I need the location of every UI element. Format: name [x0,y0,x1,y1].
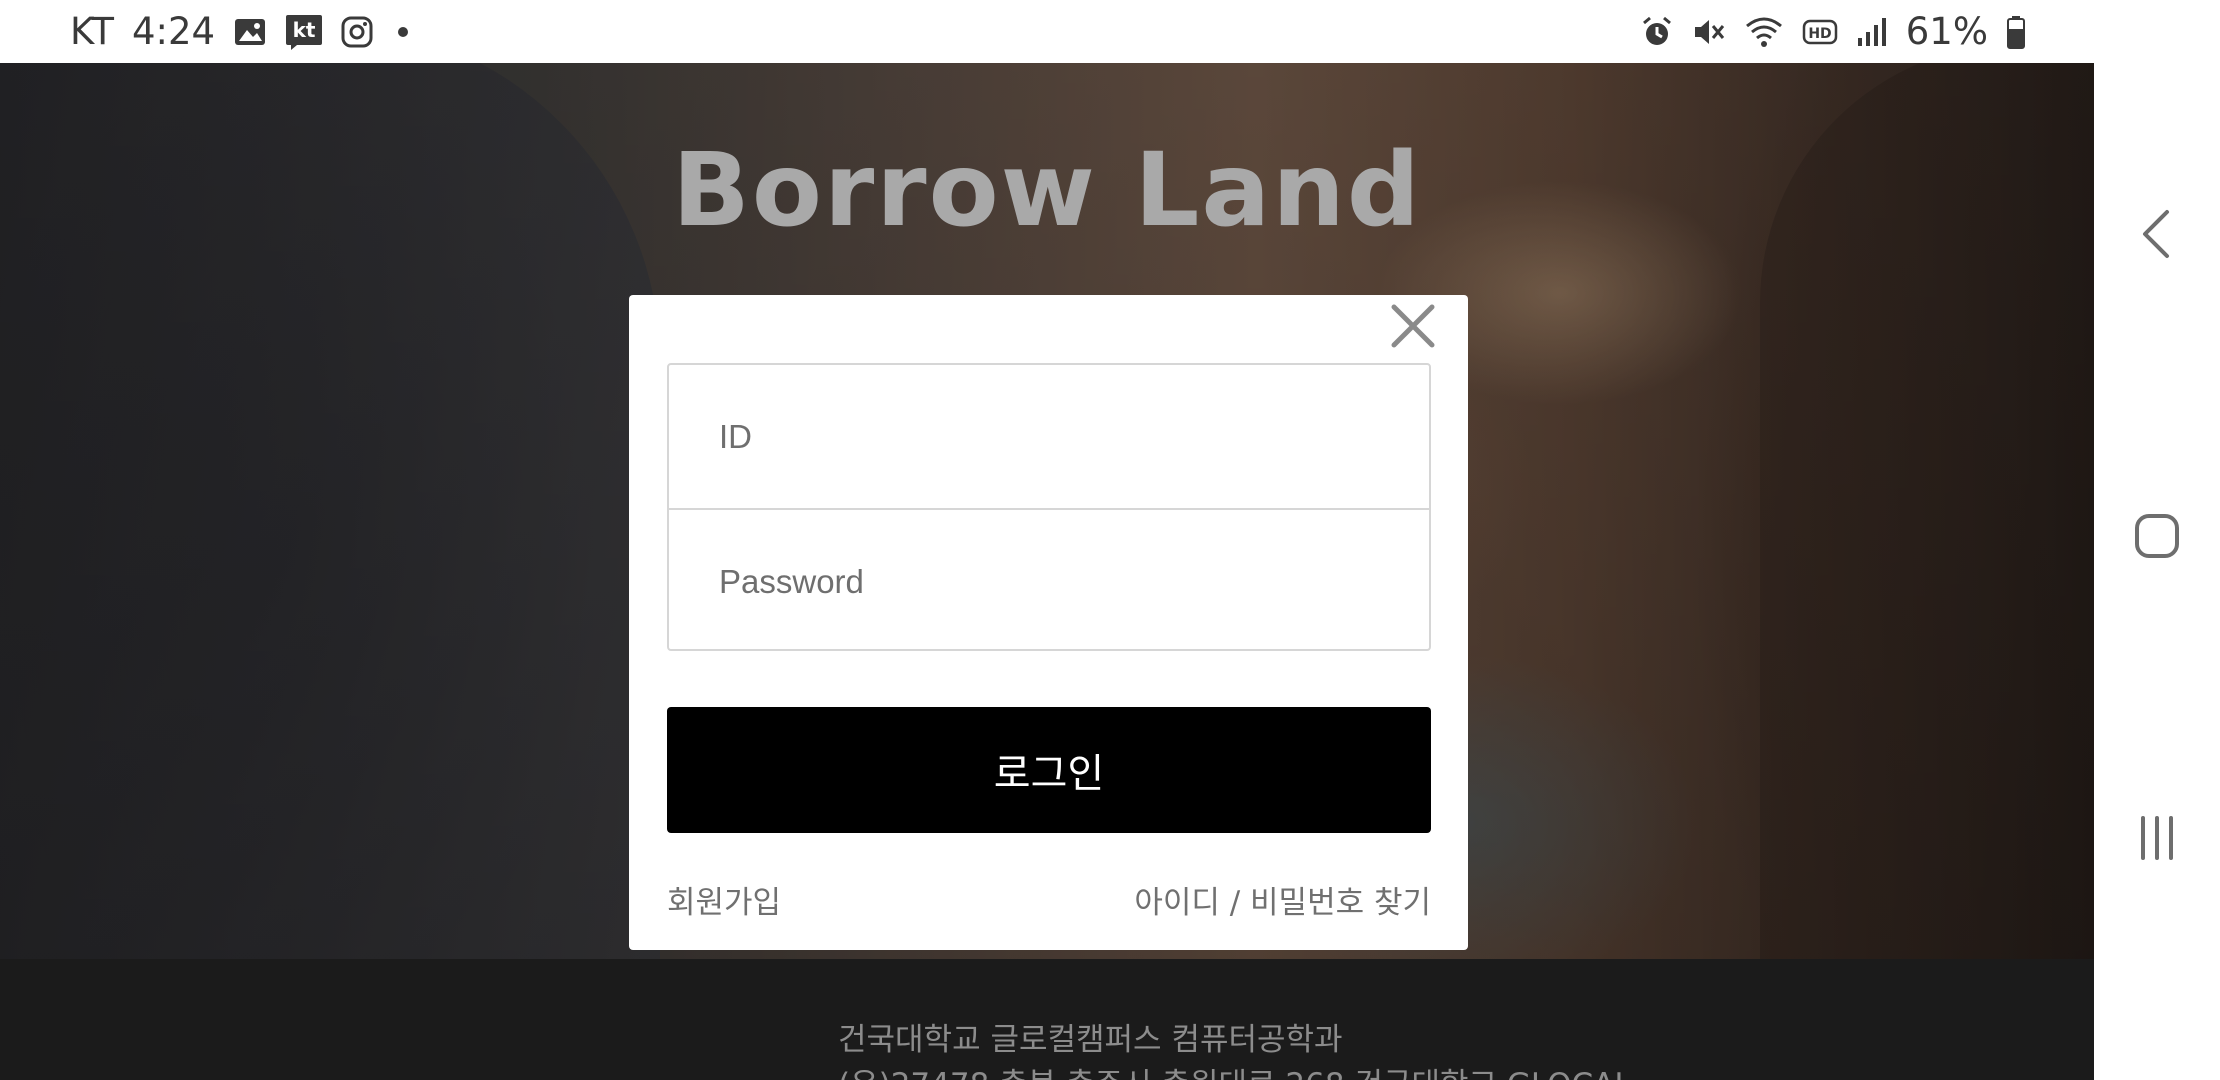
carrier-label: KT [70,10,114,53]
mute-icon [1692,16,1726,48]
instagram-icon [341,16,373,48]
alarm-icon [1640,15,1674,49]
recents-icon [2141,816,2173,860]
back-button[interactable] [2094,174,2220,294]
clock: 4:24 [132,10,216,53]
dot-icon [391,26,415,38]
close-icon [1391,304,1435,348]
footer: 건국대학교 글로컬캠퍼스 컴퓨터공학과 (우)27478 충북 충주시 충원대로… [0,959,2094,1080]
battery-percent: 61% [1905,10,1988,53]
status-left: KT 4:24 kt [70,10,415,53]
status-right: HD 61% [1640,10,2026,53]
login-fields [667,363,1431,653]
home-button[interactable] [2094,476,2220,596]
home-icon [2135,514,2179,558]
status-bar: KT 4:24 kt HD 61% [0,0,2094,63]
battery-icon [2006,15,2026,49]
id-input[interactable] [669,365,1429,508]
hd-icon: HD [1802,19,1838,45]
navigation-bar [2094,0,2220,1080]
kt-icon: kt [285,14,323,50]
signup-link[interactable]: 회원가입 [667,877,781,922]
recents-button[interactable] [2094,778,2220,898]
svg-text:kt: kt [293,18,316,42]
login-modal: 로그인 회원가입 아이디 / 비밀번호 찾기 [629,295,1468,950]
brand-title: Borrow Land [672,131,1422,250]
svg-text:HD: HD [1808,26,1831,42]
close-button[interactable] [1377,295,1449,357]
footer-address: (우)27478 충북 충주시 충원대로 268 건국대학교 GLOCAL [838,1059,1632,1080]
login-button[interactable]: 로그인 [667,707,1431,833]
back-icon [2143,210,2169,258]
footer-department: 건국대학교 글로컬캠퍼스 컴퓨터공학과 [838,1022,1343,1058]
find-id-password-link[interactable]: 아이디 / 비밀번호 찾기 [1134,877,1431,922]
gallery-icon [233,17,267,47]
password-input[interactable] [669,510,1429,653]
wifi-icon [1744,16,1784,48]
signal-icon [1856,16,1888,48]
